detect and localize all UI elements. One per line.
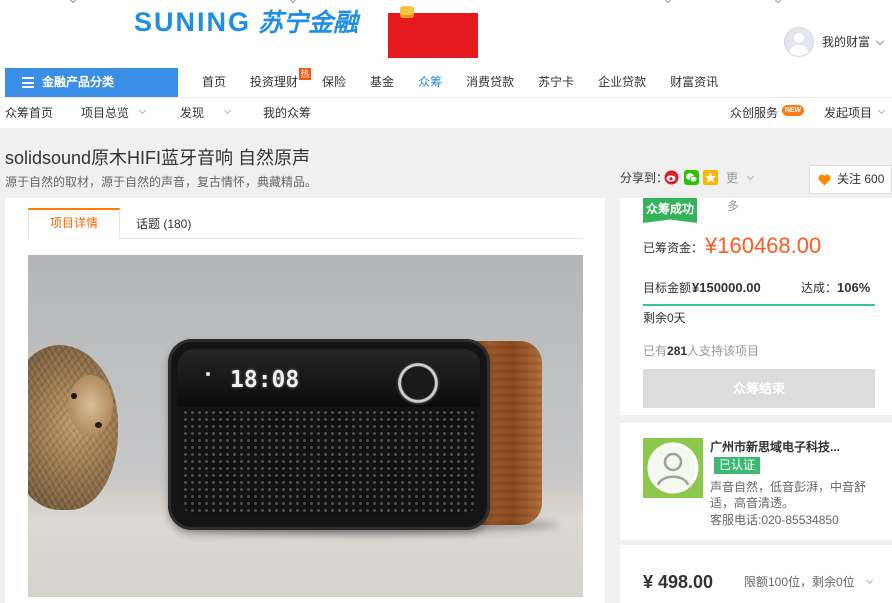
follow-count: 600 bbox=[864, 172, 885, 186]
wechat-icon[interactable] bbox=[684, 170, 699, 185]
red-envelope-icon bbox=[400, 6, 414, 18]
tab-project-details[interactable]: 项目详情 bbox=[28, 208, 120, 239]
nav-item-crowdfunding[interactable]: 众筹 bbox=[418, 68, 442, 97]
image-hedgehog-eye bbox=[71, 393, 77, 399]
subnav-discover[interactable]: 发现 bbox=[180, 98, 204, 128]
site-header: SUNING 苏宁金融 我的财富 bbox=[0, 0, 892, 68]
image-speaker-grille bbox=[182, 409, 476, 515]
supporters-prefix: 已有 bbox=[643, 344, 668, 358]
funding-progress-fill bbox=[643, 304, 875, 306]
tab-topics[interactable]: 话题 (180) bbox=[136, 210, 191, 238]
logo-text: SUNING bbox=[134, 7, 252, 37]
nav-item-business-loan[interactable]: 企业贷款 bbox=[598, 68, 646, 97]
subnav-launch-project[interactable]: 发起项目 bbox=[824, 98, 872, 128]
chevron-down-icon[interactable] bbox=[865, 576, 874, 585]
avatar-head bbox=[794, 33, 804, 43]
raised-amount: ¥160468.00 bbox=[705, 233, 822, 258]
follow-label-group: 关注 600 bbox=[837, 166, 884, 193]
avatar-body bbox=[789, 45, 809, 56]
share-label: 分享到： bbox=[620, 171, 669, 185]
nav-item-fund[interactable]: 基金 bbox=[370, 68, 394, 97]
achieved-percent: 106% bbox=[837, 280, 871, 295]
nav-item-wealth-news[interactable]: 财富资讯 bbox=[670, 68, 718, 97]
subnav-home[interactable]: 众筹首页 bbox=[5, 98, 53, 128]
subnav-startup-services[interactable]: 众创服务 bbox=[730, 98, 778, 128]
reward-panel[interactable]: ¥ 498.00 限额100位，剩余0位 bbox=[620, 545, 892, 603]
image-hedgehog-face bbox=[68, 375, 113, 435]
product-image: 18:08 bbox=[28, 255, 583, 597]
funding-progress-bar bbox=[643, 304, 875, 306]
nav-item-label: 投资理财 bbox=[250, 75, 299, 89]
qzone-icon[interactable] bbox=[703, 170, 718, 185]
subnav-projects[interactable]: 项目总览 bbox=[81, 98, 129, 128]
weibo-icon[interactable] bbox=[664, 170, 679, 185]
chevron-down-icon[interactable] bbox=[773, 0, 783, 4]
image-speaker-knob bbox=[396, 361, 440, 405]
raised-label: 已筹资金： bbox=[643, 241, 704, 255]
logo-text-cn: 苏宁金融 bbox=[258, 9, 359, 37]
reward-limit: 限额100位，剩余0位 bbox=[744, 575, 855, 589]
user-avatar[interactable] bbox=[784, 27, 814, 57]
target-amount: ¥150000.00 bbox=[692, 280, 761, 295]
image-speaker-front: 18:08 bbox=[168, 339, 490, 530]
chevron-down-icon[interactable] bbox=[223, 106, 232, 115]
hot-badge: 热 bbox=[299, 68, 312, 80]
remaining-days: 剩余0天 bbox=[643, 311, 686, 325]
company-description: 声音自然，低音彭湃，中音舒适，高音清透。 bbox=[710, 480, 867, 510]
promo-banner[interactable] bbox=[388, 13, 478, 58]
category-menu-label: 金融产品分类 bbox=[42, 75, 115, 89]
subnav-my-crowdfunding[interactable]: 我的众筹 bbox=[263, 98, 311, 128]
chevron-down-icon[interactable] bbox=[68, 0, 78, 4]
chevron-down-icon[interactable] bbox=[138, 106, 147, 115]
more-link[interactable]: 多 bbox=[727, 199, 739, 213]
crowdfunding-subnav: 众筹首页 项目总览 发现 我的众筹 众创服务 NEW 发起项目 bbox=[0, 97, 892, 128]
user-placeholder-icon bbox=[643, 438, 703, 498]
speaker-clock-display: 18:08 bbox=[230, 367, 300, 393]
service-phone: 客服电话:020-85534850 bbox=[710, 513, 839, 527]
project-detail-panel: 项目详情 话题 (180) 18:08 bbox=[5, 198, 605, 603]
chevron-down-icon[interactable] bbox=[746, 172, 755, 181]
category-menu-button[interactable]: 金融产品分类 bbox=[5, 68, 178, 97]
company-avatar[interactable] bbox=[643, 438, 703, 498]
company-name[interactable]: 广州市新思域电子科技... bbox=[710, 440, 840, 454]
supporters-count: 281 bbox=[667, 344, 688, 358]
verified-badge: 已认证 bbox=[714, 457, 760, 474]
menu-icon bbox=[22, 77, 34, 88]
project-title: solidsound原木HIFI蓝牙音响 自然原声 bbox=[5, 148, 311, 168]
follow-label: 关注 bbox=[837, 172, 862, 186]
nav-item-suning-card[interactable]: 苏宁卡 bbox=[538, 68, 574, 97]
chevron-down-icon[interactable] bbox=[875, 36, 885, 46]
chevron-down-icon[interactable] bbox=[877, 106, 886, 115]
crowdfunding-ended-button[interactable]: 众筹结束 bbox=[643, 369, 875, 408]
heart-icon bbox=[818, 174, 831, 186]
account-menu[interactable]: 我的财富 bbox=[822, 35, 870, 49]
nav-item-investment[interactable]: 投资理财热 bbox=[250, 68, 312, 97]
nav-item-consumer-loan[interactable]: 消费贷款 bbox=[466, 68, 514, 97]
supporters-text: 已有281人支持该项目 bbox=[643, 344, 759, 358]
image-speaker-led bbox=[206, 372, 210, 376]
chevron-down-icon[interactable] bbox=[663, 0, 673, 4]
main-nav: 首页 投资理财热 保险 基金 众筹 消费贷款 苏宁卡 企业贷款 财富资讯 bbox=[202, 68, 718, 97]
chevron-down-icon[interactable] bbox=[288, 0, 298, 4]
achieved-label: 达成： bbox=[801, 281, 838, 295]
nav-item-home[interactable]: 首页 bbox=[202, 68, 226, 97]
nav-item-insurance[interactable]: 保险 bbox=[322, 68, 346, 97]
reward-price: ¥ 498.00 bbox=[643, 572, 714, 592]
follow-button[interactable]: 关注 600 bbox=[809, 165, 892, 194]
project-subtitle: 源于自然的取材，源于自然的声音，复古情怀，典藏精品。 bbox=[5, 175, 318, 189]
image-hedgehog-nose bbox=[95, 422, 102, 428]
share-more-button[interactable]: 更 bbox=[726, 171, 738, 185]
main-navbar: 金融产品分类 首页 投资理财热 保险 基金 众筹 消费贷款 苏宁卡 企业贷款 财… bbox=[0, 68, 892, 97]
funding-panel: 众筹成功 多 已筹资金： ¥160468.00 目标金额： ¥150000.00… bbox=[620, 198, 892, 415]
new-badge: NEW bbox=[782, 105, 804, 116]
company-panel: 广州市新思域电子科技... 已认证 声音自然，低音彭湃，中音舒适，高音清透。 客… bbox=[620, 423, 892, 540]
status-badge: 众筹成功 bbox=[643, 198, 697, 223]
supporters-suffix: 人支持该项目 bbox=[687, 344, 760, 358]
suning-finance-logo[interactable]: SUNING 苏宁金融 bbox=[134, 5, 358, 44]
